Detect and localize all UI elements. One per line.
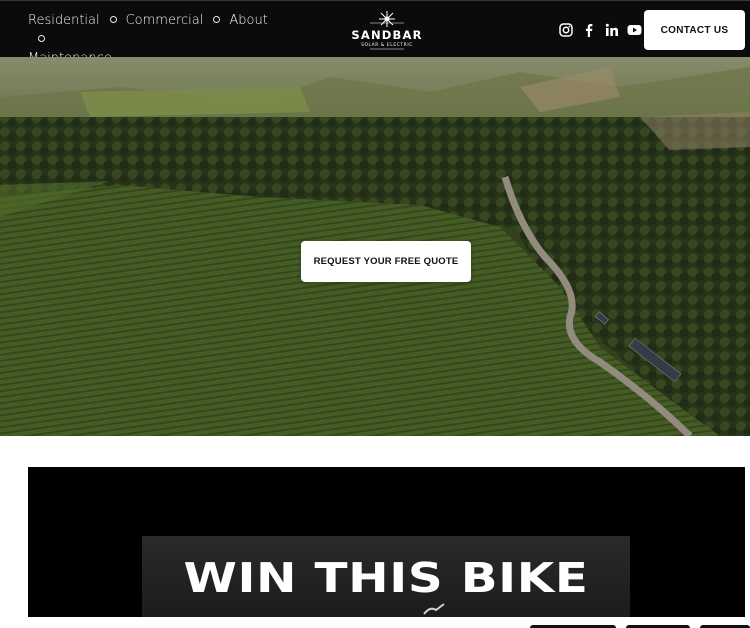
facebook-icon[interactable] <box>581 23 596 38</box>
bike-icon <box>423 603 445 615</box>
youtube-icon[interactable] <box>627 23 642 38</box>
nav-separator-dot <box>213 16 221 23</box>
promo-image: WIN THIS BIKE <box>142 536 630 617</box>
linkedin-icon[interactable] <box>604 23 619 38</box>
page: ResidentialCommercialAbout Maintenance S… <box>0 0 750 628</box>
sandbar-logo[interactable]: SANDBAR SOLAR & ELECTRIC <box>340 9 434 51</box>
svg-text:SOLAR & ELECTRIC: SOLAR & ELECTRIC <box>361 42 413 48</box>
site-header: ResidentialCommercialAbout Maintenance S… <box>0 0 750 66</box>
instagram-icon[interactable] <box>558 23 573 38</box>
nav-separator-dot <box>109 16 117 23</box>
nav-separator-dot <box>38 35 45 42</box>
contact-us-button[interactable]: CONTACT US <box>644 10 745 50</box>
promo-banner[interactable]: WIN THIS BIKE <box>28 467 745 617</box>
nav-about[interactable]: About <box>229 11 267 30</box>
nav-residential[interactable]: Residential <box>28 11 100 30</box>
hero-banner: REQUEST YOUR FREE QUOTE <box>0 57 750 436</box>
promo-title: WIN THIS BIKE <box>183 554 589 602</box>
social-links <box>558 21 642 39</box>
request-quote-button[interactable]: REQUEST YOUR FREE QUOTE <box>301 241 471 282</box>
nav-commercial[interactable]: Commercial <box>126 11 204 30</box>
svg-text:SANDBAR: SANDBAR <box>351 28 422 42</box>
